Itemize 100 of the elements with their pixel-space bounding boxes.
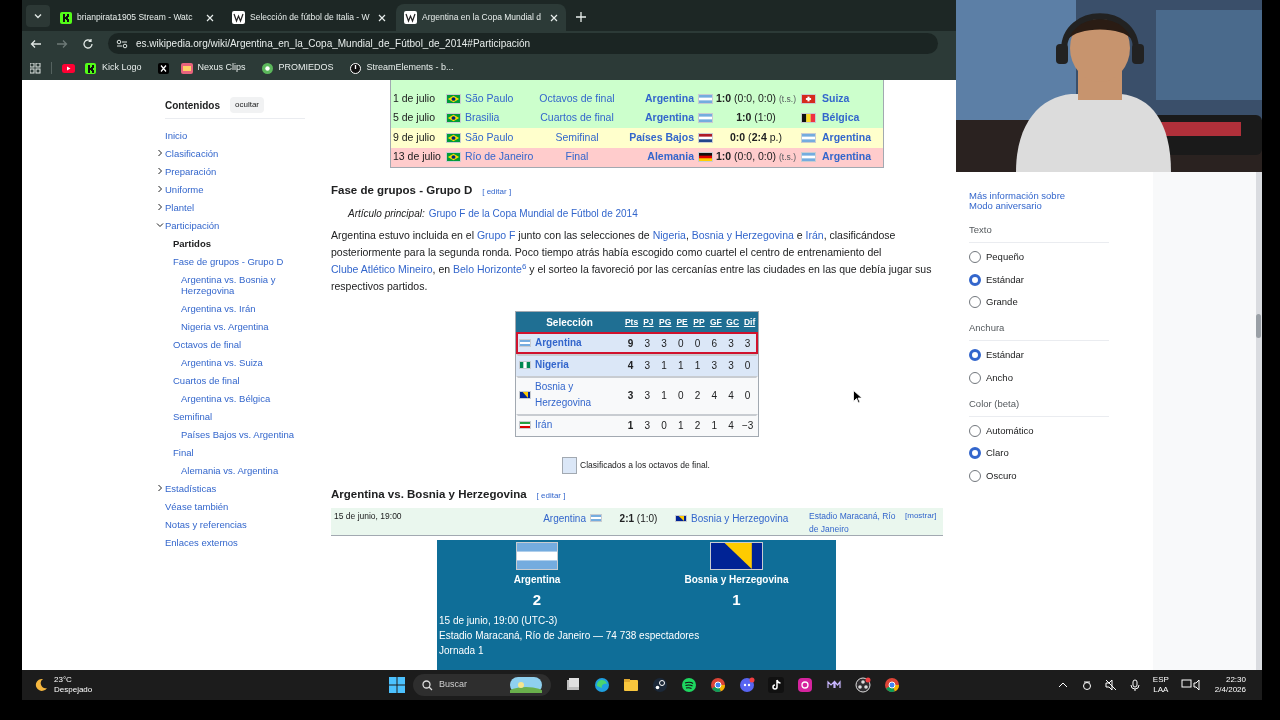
toc-link[interactable]: Octavos de final — [173, 338, 291, 350]
toc-link[interactable]: Cuartos de final — [173, 374, 291, 386]
city-link[interactable]: São Paulo — [465, 129, 514, 146]
team-link[interactable]: Bélgica — [822, 110, 860, 127]
toc-link[interactable]: Final — [173, 446, 291, 458]
toc-link[interactable]: Notas y referencias — [165, 518, 283, 530]
steam-icon[interactable] — [652, 677, 668, 693]
text-link[interactable]: Clube Atlético Mineiro — [331, 263, 433, 276]
reload-icon[interactable] — [82, 37, 94, 50]
keyboard-layout-text[interactable]: LAA — [1153, 685, 1169, 695]
radio-button[interactable] — [969, 447, 981, 460]
camera-icon[interactable] — [797, 677, 813, 693]
team-link[interactable]: Argentina — [645, 90, 694, 107]
close-icon[interactable] — [378, 13, 386, 22]
info-link[interactable]: Más información sobre Modo aniversario — [969, 191, 1089, 211]
spotify-icon[interactable] — [681, 677, 697, 693]
stage-link[interactable]: Cuartos de final — [534, 110, 620, 127]
window-icon[interactable] — [565, 677, 581, 693]
text-link[interactable]: Irán — [805, 229, 824, 242]
radio-button[interactable] — [969, 425, 981, 438]
radio-button[interactable] — [969, 371, 981, 384]
browser-tab[interactable]: Argentina en la Copa Mundial d — [396, 4, 566, 31]
search-field[interactable]: Buscar — [413, 674, 551, 696]
column-header[interactable]: GC — [724, 315, 742, 329]
toc-link[interactable]: Plantel — [165, 201, 283, 213]
toc-link[interactable]: Enlaces externos — [165, 536, 283, 548]
city-link[interactable]: Brasilia — [465, 110, 500, 127]
expand-icon[interactable] — [156, 184, 164, 193]
stage-link[interactable]: Semifinal — [534, 129, 620, 146]
new-tab-icon[interactable] — [576, 12, 586, 22]
team-link[interactable]: Suiza — [822, 90, 850, 107]
stage-link[interactable]: Final — [534, 149, 620, 166]
text-link[interactable]: Belo Horizonte — [453, 263, 522, 276]
show-link[interactable]: [mostrar] — [905, 509, 937, 522]
footnote-link[interactable]: 6 — [521, 262, 527, 272]
toc-link[interactable]: Argentina vs. Irán — [181, 302, 299, 314]
team-link[interactable]: Argentina — [535, 335, 582, 352]
article-link[interactable]: Grupo F de la Copa Mundial de Fútbol de 2014 — [428, 206, 638, 222]
bookmark[interactable]: Kick Logo — [85, 61, 148, 75]
toc-link[interactable]: Clasificación — [165, 147, 283, 159]
team-link[interactable]: Bosnia y Herzegovina — [691, 510, 789, 526]
radio-option[interactable]: Oscuro — [969, 468, 1153, 483]
radio-option[interactable]: Grande — [969, 294, 1153, 309]
text-link[interactable]: Bosnia y Herzegovina — [691, 229, 794, 242]
toc-link[interactable]: Participación — [165, 219, 283, 231]
column-header[interactable]: PG — [656, 315, 674, 329]
radio-button[interactable] — [969, 251, 981, 264]
toc-link[interactable]: Partidos — [173, 237, 291, 249]
city-link[interactable]: São Paulo — [465, 90, 514, 107]
radio-option[interactable]: Claro — [969, 446, 1153, 461]
column-header[interactable]: Selección — [516, 314, 624, 330]
toc-link[interactable]: Argentina vs. Suiza — [181, 356, 299, 368]
toc-link[interactable]: Argentina vs. Bélgica — [181, 392, 299, 404]
column-header[interactable]: Pts — [623, 315, 640, 329]
back-icon[interactable] — [30, 37, 42, 50]
radio-option[interactable]: Ancho — [969, 370, 1153, 385]
bookmark[interactable] — [157, 62, 171, 74]
column-header[interactable]: GF — [707, 315, 725, 329]
hide-button[interactable]: ocultar — [230, 97, 264, 113]
toc-link[interactable]: Véase también — [165, 500, 283, 512]
column-header[interactable]: Dif — [741, 315, 758, 329]
toc-link[interactable]: Países Bajos vs. Argentina — [181, 428, 299, 440]
toc-link[interactable]: Estadísticas — [165, 482, 283, 494]
team-link[interactable]: Países Bajos — [629, 129, 694, 146]
browser-tab[interactable]: Selección de fútbol de Italia - W — [224, 4, 394, 31]
expand-icon[interactable] — [156, 166, 164, 175]
clock-time[interactable]: 22:30 — [1225, 675, 1246, 685]
radio-option[interactable]: Pequeño — [969, 250, 1153, 265]
toc-link[interactable]: Preparación — [165, 165, 283, 177]
edit-link[interactable]: [ editar ] — [536, 490, 566, 503]
expand-icon[interactable] — [156, 483, 164, 492]
moon-icon[interactable] — [34, 678, 48, 692]
folder-icon[interactable] — [623, 677, 639, 693]
bookmark[interactable]: StreamElements - b... — [349, 61, 460, 75]
close-icon[interactable] — [550, 13, 558, 22]
team-link[interactable]: Irán — [535, 417, 553, 434]
apps-grid-icon[interactable] — [30, 62, 41, 74]
language-text[interactable]: ESP — [1152, 675, 1169, 685]
bookmark[interactable]: Nexus Clips — [180, 61, 252, 75]
microphone-icon[interactable] — [1128, 679, 1141, 691]
collapse-icon[interactable] — [156, 220, 164, 229]
circle-logo-icon[interactable] — [855, 677, 871, 693]
toc-link[interactable]: Argentina vs. Bosnia y Herzegovina — [181, 273, 299, 296]
toc-link[interactable]: Alemania vs. Argentina — [181, 464, 299, 476]
column-header[interactable]: PP — [690, 315, 708, 329]
radio-button[interactable] — [969, 295, 981, 308]
discord-icon[interactable] — [739, 677, 755, 693]
expand-icon[interactable] — [156, 148, 164, 157]
column-header[interactable]: PE — [673, 315, 691, 329]
radio-button[interactable] — [969, 273, 981, 286]
address-bar[interactable]: es.wikipedia.org/wiki/Argentina_en_la_Copa_Mundial_de_Fútbol_de_2014#Participación — [108, 33, 938, 54]
team-link[interactable]: Argentina — [822, 149, 871, 166]
venue-link[interactable]: Estadio Maracaná, Río de Janeiro — [809, 509, 905, 536]
column-header[interactable]: PJ — [639, 315, 657, 329]
toc-link[interactable]: Nigeria vs. Argentina — [181, 320, 299, 332]
expand-icon[interactable] — [156, 202, 164, 211]
radio-option[interactable]: Estándar — [969, 272, 1153, 287]
chrome-icon[interactable] — [710, 677, 726, 693]
muted-icon[interactable] — [1104, 679, 1117, 691]
toc-link[interactable]: Fase de grupos - Grupo D — [173, 255, 291, 267]
